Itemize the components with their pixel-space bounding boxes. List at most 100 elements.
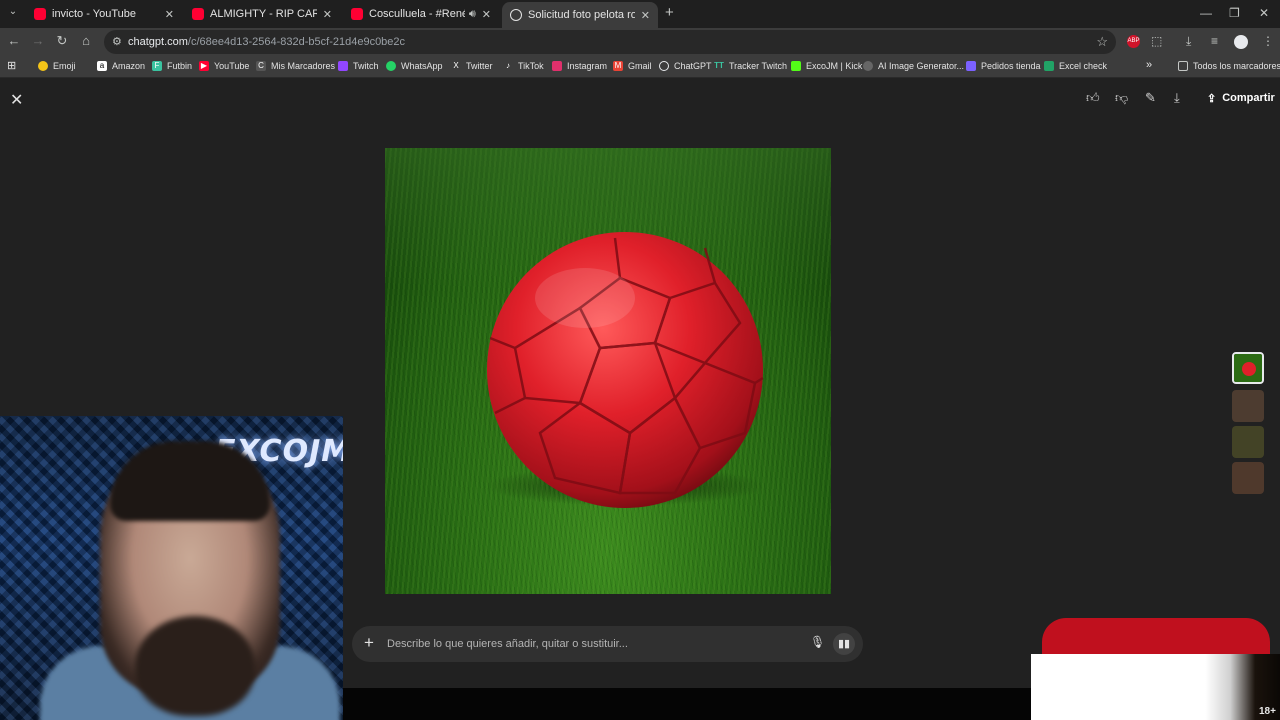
instagram-icon <box>552 61 562 71</box>
back-icon[interactable]: ← <box>5 33 23 48</box>
emoji-icon <box>38 61 48 71</box>
tab-search-icon[interactable]: ⌄ <box>4 6 22 17</box>
bookmark-excel[interactable]: Excel check <box>1044 61 1107 71</box>
thumbnail-4[interactable] <box>1232 462 1264 494</box>
red-ball <box>485 232 765 508</box>
thumbnail-2[interactable] <box>1232 390 1264 422</box>
bookmark-twitch[interactable]: Twitch <box>338 61 379 71</box>
tab-3[interactable]: Cosculluela - #RenéRenunc 🔊︎ ✕ <box>343 3 499 25</box>
bookmark-emoji[interactable]: Emoji <box>38 61 76 71</box>
all-bookmarks[interactable]: Todos los marcadores <box>1178 61 1280 71</box>
tiktok-icon: ♪ <box>506 61 510 70</box>
close-tab-icon[interactable]: ✕ <box>482 8 491 21</box>
address-bar[interactable]: ⚙︎ chatgpt.com/c/68ee4d13-2564-832d-b5cf… <box>104 30 1116 54</box>
chatgpt-icon <box>510 9 522 21</box>
reload-icon[interactable]: ↻ <box>53 33 71 49</box>
youtube-icon: ▶ <box>199 61 209 71</box>
gmail-icon: M <box>613 61 623 71</box>
profile-avatar[interactable] <box>1234 35 1248 49</box>
forward-icon[interactable]: → <box>29 33 47 48</box>
ai-icon <box>863 61 873 71</box>
site-info-icon[interactable]: ⚙︎ <box>112 35 122 48</box>
extensions-icon[interactable]: ⬚ <box>1151 34 1162 48</box>
close-window-icon[interactable]: ✕ <box>1259 6 1269 20</box>
share-icon: ⇪ <box>1207 92 1217 105</box>
generated-image <box>385 148 831 594</box>
bookmark-youtube[interactable]: ▶ YouTube <box>199 61 249 71</box>
bookmark-tiktok[interactable]: ♪ TikTok <box>503 61 544 71</box>
apps-grid-icon[interactable]: ⊞ <box>7 59 16 72</box>
browser-toolbar: ← → ↻ ⌂ ⚙︎ chatgpt.com/c/68ee4d13-2564-8… <box>0 28 1280 56</box>
bookmark-twitter[interactable]: X Twitter <box>451 61 492 71</box>
download-icon[interactable]: ⤓ <box>1186 34 1191 49</box>
share-button[interactable]: ⇪ Compartir <box>1199 86 1280 110</box>
voice-mode-icon[interactable]: ▮▮ <box>833 633 855 655</box>
bookmarks-bar: ⊞ Emoji a Amazon F Futbin ▶ YouTube C Mis Ma… <box>0 56 1280 78</box>
tab-title: invicto - YouTube <box>52 8 136 20</box>
close-tab-icon[interactable]: ✕ <box>323 8 332 21</box>
bookmark-amazon[interactable]: a Amazon <box>97 61 145 71</box>
minimize-icon[interactable]: — <box>1200 6 1212 20</box>
bookmark-chatgpt[interactable]: ChatGPT <box>659 61 712 71</box>
bookmark-kick[interactable]: ExcoJM | Kick <box>791 61 862 71</box>
youtube-icon <box>351 8 363 20</box>
youtube-icon <box>192 8 204 20</box>
bookmark-pedidos[interactable]: Pedidos tienda <box>966 61 1041 71</box>
bookmark-star-icon[interactable]: ☆ <box>1096 34 1108 50</box>
folder-icon <box>1178 61 1188 71</box>
bookmark-tracker-twitch[interactable]: TT Tracker Twitch <box>714 61 787 71</box>
new-tab-button[interactable]: + <box>665 4 674 21</box>
tab-title: Solicitud foto pelota roja <box>528 9 635 21</box>
tab-strip: ⌄ invicto - YouTube ✕ ALMIGHTY - RIP CAR… <box>0 0 1280 28</box>
bookmark-icon: C <box>256 61 266 71</box>
more-bookmarks-icon[interactable]: » <box>1146 59 1152 71</box>
thumbnail-1[interactable] <box>1232 352 1264 384</box>
thumbs-down-icon[interactable]: 👎︎ <box>1115 90 1128 106</box>
adblock-icon[interactable]: ABP <box>1127 35 1140 48</box>
youtube-icon <box>34 8 46 20</box>
add-icon[interactable]: + <box>364 633 374 653</box>
excel-icon <box>1044 61 1054 71</box>
amazon-icon: a <box>97 61 107 71</box>
url-path: /c/68ee4d13-2564-832d-b5cf-21d4e9c0be2c <box>187 36 406 48</box>
url-host: chatgpt.com <box>128 36 188 48</box>
white-overlay <box>1031 654 1280 720</box>
bookmark-gmail[interactable]: M Gmail <box>613 61 652 71</box>
kick-icon <box>791 61 801 71</box>
age-rating-label: 18+ <box>1259 706 1276 717</box>
tab-4[interactable]: Solicitud foto pelota roja ✕ <box>502 2 658 28</box>
tab-title: Cosculluela - #RenéRenunc <box>369 8 465 20</box>
tab-1[interactable]: invicto - YouTube ✕ <box>26 3 182 25</box>
edit-prompt-input[interactable] <box>387 635 787 653</box>
bookmark-futbin[interactable]: F Futbin <box>152 61 192 71</box>
tab-title: ALMIGHTY - RIP CARBON (Prod <box>210 8 317 20</box>
media-icon[interactable]: ≡ <box>1211 34 1218 48</box>
futbin-icon: F <box>152 61 162 71</box>
close-icon[interactable]: ✕ <box>10 90 23 110</box>
download-icon[interactable]: ⤓ <box>1174 90 1180 106</box>
edit-prompt-bar: + 🎙︎ ▮▮ <box>352 626 863 662</box>
close-tab-icon[interactable]: ✕ <box>165 8 174 21</box>
webcam-overlay: EXCOJM <box>0 416 343 720</box>
store-icon <box>966 61 976 71</box>
tab-2[interactable]: ALMIGHTY - RIP CARBON (Prod ✕ <box>184 3 340 25</box>
menu-icon[interactable]: ⋮ <box>1262 34 1274 48</box>
bookmark-mis-marcadores[interactable]: C Mis Marcadores <box>256 61 335 71</box>
whatsapp-icon <box>386 61 396 71</box>
tracker-icon: TT <box>714 61 724 70</box>
bookmark-ai-image[interactable]: AI Image Generator... <box>863 61 964 71</box>
microphone-icon[interactable]: 🎙︎ <box>810 635 825 649</box>
url-text[interactable]: chatgpt.com/c/68ee4d13-2564-832d-b5cf-21… <box>128 36 405 48</box>
thumbs-up-icon[interactable]: 👍︎ <box>1086 90 1100 106</box>
twitch-icon <box>338 61 348 71</box>
x-icon: X <box>453 61 459 70</box>
home-icon[interactable]: ⌂ <box>77 33 95 48</box>
bookmark-whatsapp[interactable]: WhatsApp <box>386 61 443 71</box>
chatgpt-icon <box>659 61 669 71</box>
restore-icon[interactable]: ❐ <box>1229 6 1240 20</box>
speaker-icon[interactable]: 🔊︎ <box>469 8 476 21</box>
edit-magic-icon[interactable]: ✎ <box>1145 90 1156 106</box>
bookmark-instagram[interactable]: Instagram <box>552 61 607 71</box>
close-tab-icon[interactable]: ✕ <box>641 9 650 22</box>
thumbnail-3[interactable] <box>1232 426 1264 458</box>
